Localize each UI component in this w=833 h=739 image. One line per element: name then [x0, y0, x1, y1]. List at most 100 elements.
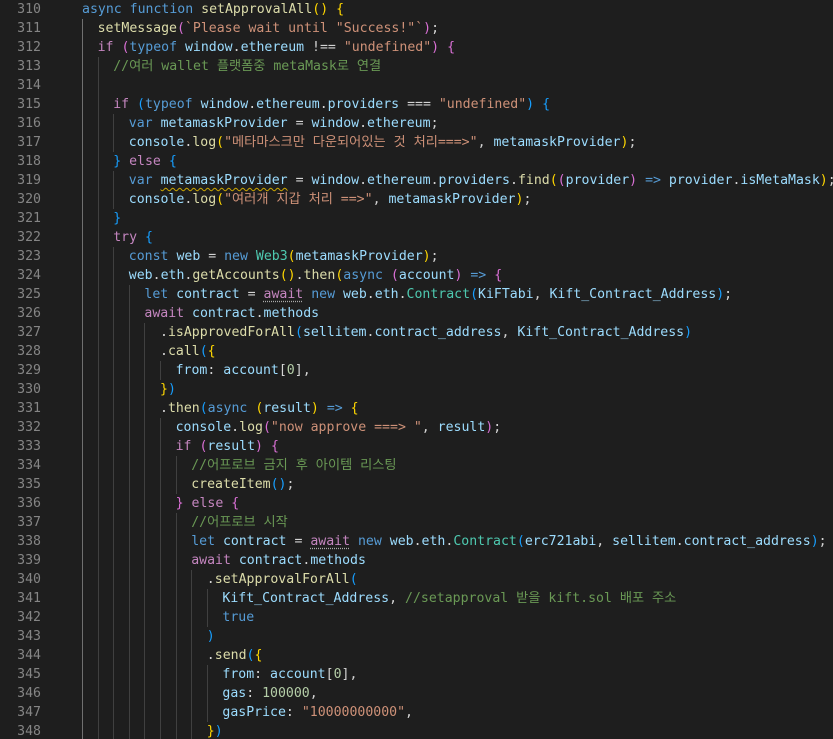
code-line[interactable]: 328 .call({	[0, 342, 833, 361]
code-line[interactable]: 327 .isApprovedForAll(sellitem.contract_a…	[0, 323, 833, 342]
code-line[interactable]: 317 console.log("메타마스크만 다운되어있는 것 처리===>",…	[0, 133, 833, 152]
code-line[interactable]: 312 if (typeof window.ethereum !== "undef…	[0, 38, 833, 57]
indent-guide	[113, 285, 115, 304]
code-line[interactable]: 340 .setApprovalForAll(	[0, 570, 833, 589]
code-line[interactable]: 325 let contract = await new web.eth.Cont…	[0, 285, 833, 304]
code-line[interactable]: 333 if (result) {	[0, 437, 833, 456]
indent-guide	[82, 285, 83, 304]
code-token: result	[263, 401, 311, 416]
code-token: !==	[304, 40, 344, 55]
line-number: 336	[17, 496, 41, 511]
code-line[interactable]: 334 //어프로브 금지 후 아이템 리스팅	[0, 456, 833, 475]
code-token: =	[287, 173, 312, 188]
indent-guide	[191, 570, 193, 589]
indent-guide	[128, 722, 130, 739]
code-token: )	[310, 401, 319, 416]
code-line[interactable]: 320 console.log("여러개 지갑 처리 ==>", metamask…	[0, 190, 833, 209]
code-token: ethereum	[240, 40, 305, 55]
code-line[interactable]: 323 const web = new Web3(metamaskProvider…	[0, 247, 833, 266]
code-text: .call({	[160, 342, 216, 361]
code-line[interactable]: 337 //어프로브 시작	[0, 513, 833, 532]
code-token: await	[144, 306, 185, 321]
indent-guide	[82, 627, 83, 646]
code-token: .	[319, 97, 328, 112]
code-token: contract_address	[683, 534, 811, 549]
code-line[interactable]: 324 web.eth.getAccounts().then(async (acc…	[0, 266, 833, 285]
indent-guide	[144, 589, 146, 608]
code-line[interactable]: 321}	[0, 209, 833, 228]
code-token: //setapproval 받을 kift.sol 배포 주소	[405, 591, 677, 606]
code-line[interactable]: 344 .send({	[0, 646, 833, 665]
indent-guide	[82, 646, 83, 665]
code-token: ;	[523, 192, 532, 207]
code-line[interactable]: 343)	[0, 627, 833, 646]
code-token: console	[175, 420, 232, 435]
code-line[interactable]: 315 if (typeof window.ethereum.providers …	[0, 95, 833, 114]
code-line[interactable]: 347 gasPrice: "10000000000",	[0, 703, 833, 722]
line-number: 339	[17, 553, 41, 568]
line-number: 337	[17, 515, 41, 530]
code-line[interactable]: 329 from: account[0],	[0, 361, 833, 380]
code-token: "undefined"	[438, 97, 527, 112]
code-line[interactable]: 336} else {	[0, 494, 833, 513]
code-line[interactable]: 331 .then(async (result) => {	[0, 399, 833, 418]
code-line[interactable]: 342 true	[0, 608, 833, 627]
code-token: ()	[312, 2, 329, 17]
code-line[interactable]: 314	[0, 76, 833, 95]
indent-guide	[97, 133, 99, 152]
code-line[interactable]: 348})	[0, 722, 833, 739]
code-line[interactable]: 335 createItem();	[0, 475, 833, 494]
indent-guide	[144, 342, 146, 361]
code-line[interactable]: 330})	[0, 380, 833, 399]
indent-guide	[82, 228, 83, 247]
code-text: })	[207, 722, 223, 739]
code-line[interactable]: 338 let contract = await new web.eth.Cont…	[0, 532, 833, 551]
indent-guide	[144, 665, 146, 684]
code-line[interactable]: 339 await contract.methods	[0, 551, 833, 570]
code-token: account	[398, 268, 455, 283]
code-token: var	[128, 116, 153, 131]
code-token: providers	[438, 173, 510, 188]
code-text: if (result) {	[176, 437, 279, 456]
code-token: typeof	[144, 97, 193, 112]
code-token: getAccounts	[192, 268, 280, 283]
line-number: 313	[17, 59, 41, 74]
code-token: erc721abi	[524, 534, 597, 549]
code-line[interactable]: 319 var metamaskProvider = window.ethereu…	[0, 171, 833, 190]
indent-guide	[144, 418, 146, 437]
code-line[interactable]: 318} else {	[0, 152, 833, 171]
code-line[interactable]: 322 try {	[0, 228, 833, 247]
code-token: ;	[828, 173, 833, 188]
indent-guide	[82, 38, 83, 57]
code-token: `Please wait until "Success!"`	[184, 21, 424, 36]
code-line[interactable]: 311 setMessage(`Please wait until "Succes…	[0, 19, 833, 38]
indent-guide	[128, 399, 130, 418]
code-line[interactable]: 346 gas: 100000,	[0, 684, 833, 703]
code-token: {	[231, 496, 240, 511]
line-number: 325	[17, 287, 41, 302]
code-editor[interactable]: 310 async function setApprovalAll() {311 s…	[0, 0, 833, 739]
code-text: //어프로브 금지 후 아이템 리스팅	[191, 456, 396, 475]
code-token: 100000	[262, 686, 310, 701]
indent-guide	[175, 722, 177, 739]
code-token: setApprovalForAll	[214, 572, 350, 587]
code-token: eth	[421, 534, 446, 549]
code-line[interactable]: 326 await contract.methods	[0, 304, 833, 323]
indent-guide	[206, 608, 208, 627]
indent-guide	[113, 551, 115, 570]
code-token: ,	[477, 135, 494, 150]
code-line[interactable]: 345 from: account[0],	[0, 665, 833, 684]
code-line[interactable]: 316 var metamaskProvider = window.ethereu…	[0, 114, 833, 133]
code-line[interactable]: 310 async function setApprovalAll() {	[0, 0, 833, 19]
code-token: {	[144, 230, 153, 245]
code-line[interactable]: 313 //여러 wallet 플랫폼중 metaMask로 연결	[0, 57, 833, 76]
code-text: async function setApprovalAll() {	[82, 0, 344, 19]
code-text: } else {	[113, 152, 177, 171]
indent-guide	[97, 171, 99, 190]
code-line[interactable]: 341 Kift_Contract_Address, //setapproval …	[0, 589, 833, 608]
code-line[interactable]: 332 console.log("now approve ===> ", resu…	[0, 418, 833, 437]
indent-guide	[128, 703, 130, 722]
